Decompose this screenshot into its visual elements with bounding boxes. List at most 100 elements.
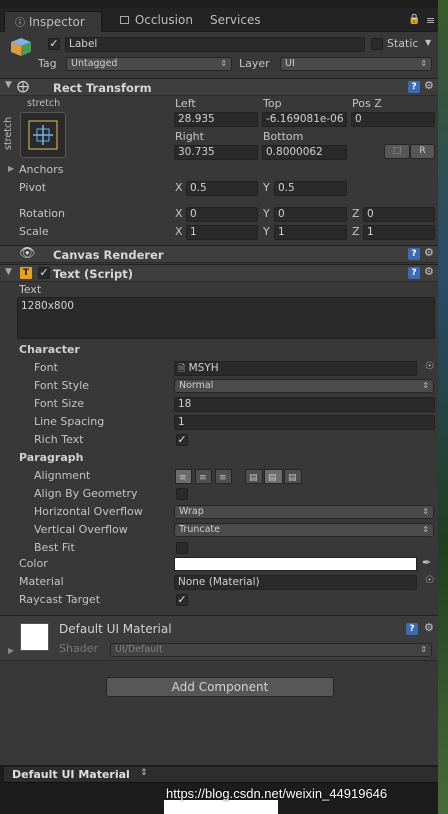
anchor-preset-button[interactable] [20, 112, 66, 158]
color-swatch[interactable] [174, 557, 417, 571]
material-label: Material [19, 575, 64, 588]
align-geometry-checkbox[interactable] [176, 488, 188, 500]
scene-background-strip [438, 0, 448, 814]
watermark-text: https://blog.csdn.net/weixin_44919646 [166, 786, 388, 801]
static-checkbox[interactable] [371, 38, 383, 50]
chevron-icon: ⇕ [422, 507, 429, 516]
material-foldout-icon[interactable]: ▶ [8, 646, 14, 655]
horizontal-overflow-dropdown[interactable]: Wrap ⇕ [174, 505, 434, 519]
pivot-x-input[interactable]: 0.5 [186, 181, 258, 196]
raw-edit-button[interactable]: R [410, 144, 435, 159]
material-field[interactable]: None (Material) [174, 575, 417, 590]
gear-icon[interactable]: ⚙ [424, 246, 434, 259]
posz-input[interactable]: 0 [351, 112, 435, 127]
gear-icon[interactable]: ⚙ [424, 79, 434, 92]
gear-icon[interactable]: ⚙ [424, 265, 434, 278]
chevron-icon: ⇕ [422, 381, 429, 390]
right-input[interactable]: 30.735 [174, 145, 258, 160]
align-center-button[interactable]: ≡ [195, 469, 212, 484]
chevron-icon: ⇕ [220, 59, 227, 68]
align-right-button[interactable]: ≡ [215, 469, 232, 484]
align-bottom-icon: ▤ [288, 473, 297, 483]
scale-y-label: Y [263, 225, 270, 238]
tab-menu-icon[interactable]: ≡ [426, 14, 435, 27]
rotation-x-input[interactable]: 0 [186, 207, 258, 222]
object-picker-icon[interactable]: ☉ [425, 575, 434, 586]
help-icon[interactable]: ? [408, 248, 420, 260]
scale-x-input[interactable]: 1 [186, 225, 258, 240]
tab-occlusion[interactable]: Occlusion [110, 11, 203, 32]
align-top-icon: ▤ [249, 473, 258, 483]
top-input[interactable]: -6.169081e-06 [262, 112, 347, 127]
anchors-foldout-icon[interactable]: ▶ [8, 164, 14, 173]
rotation-x-label: X [175, 207, 183, 220]
help-icon[interactable]: ? [406, 623, 418, 635]
foldout-arrow-icon[interactable]: ▼ [5, 267, 12, 277]
text-area[interactable]: 1280x800 [17, 297, 435, 339]
pivot-y-input[interactable]: 0.5 [274, 181, 347, 196]
tab-services[interactable]: Services [200, 11, 271, 32]
add-component-button[interactable]: Add Component [106, 677, 334, 697]
align-left-button[interactable]: ≡ [175, 469, 192, 484]
align-middle-button[interactable]: ▤ [264, 469, 283, 484]
text-enabled-checkbox[interactable]: ✓ [38, 267, 50, 279]
rich-text-label: Rich Text [34, 433, 84, 446]
align-right-icon: ≡ [219, 473, 227, 483]
vertical-overflow-label: Vertical Overflow [34, 523, 128, 536]
active-toggle[interactable]: ✓ [48, 38, 60, 50]
lock-icon[interactable]: 🔒 [408, 14, 420, 25]
horizontal-overflow-label: Horizontal Overflow [34, 505, 143, 518]
blueprint-mode-button[interactable]: ⬚ [384, 144, 410, 159]
rotation-z-input[interactable]: 0 [363, 207, 435, 222]
font-style-dropdown[interactable]: Normal ⇕ [174, 379, 434, 393]
object-picker-icon[interactable]: ☉ [425, 361, 434, 372]
bottom-input[interactable]: 0.8000062 [262, 145, 347, 160]
align-top-button[interactable]: ▤ [245, 469, 263, 484]
rect-transform-title: Rect Transform [53, 81, 152, 95]
shader-dropdown[interactable]: UI/Default ⇕ [110, 643, 432, 657]
name-input[interactable]: Label [65, 37, 365, 52]
align-geometry-label: Align By Geometry [34, 487, 138, 500]
color-label: Color [19, 557, 48, 570]
rich-text-checkbox[interactable]: ✓ [176, 434, 188, 446]
scale-y-input[interactable]: 1 [274, 225, 347, 240]
preview-dropdown-icon[interactable]: ⇕ [140, 768, 148, 778]
align-center-icon: ≡ [199, 473, 207, 483]
scale-z-label: Z [352, 225, 360, 238]
static-dropdown-icon[interactable]: ▼ [425, 38, 431, 47]
layer-dropdown[interactable]: UI ⇕ [280, 57, 432, 71]
gear-icon[interactable]: ⚙ [424, 621, 434, 634]
rect-transform-icon: ⨁ [17, 79, 29, 93]
line-spacing-input[interactable]: 1 [174, 415, 435, 430]
left-input[interactable]: 28.935 [174, 112, 258, 127]
scale-x-label: X [175, 225, 183, 238]
material-preview-swatch [20, 623, 49, 651]
best-fit-label: Best Fit [34, 541, 75, 554]
text-component-icon: T [20, 267, 32, 279]
font-field[interactable]: 🗎 MSYH [174, 361, 417, 376]
foldout-arrow-icon[interactable]: ▼ [5, 80, 12, 90]
best-fit-checkbox[interactable] [176, 542, 188, 554]
shader-label: Shader [59, 642, 98, 655]
tag-label: Tag [38, 57, 57, 70]
line-spacing-label: Line Spacing [34, 415, 105, 428]
align-bottom-button[interactable]: ▤ [284, 469, 302, 484]
pivot-label: Pivot [19, 181, 47, 194]
anchors-label[interactable]: Anchors [19, 163, 64, 176]
tab-inspector[interactable]: ⓘ Inspector [4, 11, 102, 32]
static-label: Static [387, 37, 419, 50]
rotation-z-label: Z [352, 207, 360, 220]
vertical-overflow-dropdown[interactable]: Truncate ⇕ [174, 523, 434, 537]
canvas-renderer-title: Canvas Renderer [53, 248, 164, 262]
help-icon[interactable]: ? [408, 81, 420, 93]
rotation-y-input[interactable]: 0 [274, 207, 347, 222]
tag-dropdown[interactable]: Untagged ⇕ [66, 57, 232, 71]
anchor-preset-icon [28, 120, 58, 150]
info-icon: ⓘ [15, 18, 25, 29]
font-size-input[interactable]: 18 [174, 397, 435, 412]
raycast-target-checkbox[interactable]: ✓ [176, 594, 188, 606]
help-icon[interactable]: ? [408, 267, 420, 279]
scale-z-input[interactable]: 1 [363, 225, 435, 240]
eyedropper-icon[interactable]: ✒ [422, 556, 431, 569]
pivot-y-label: Y [263, 181, 270, 194]
